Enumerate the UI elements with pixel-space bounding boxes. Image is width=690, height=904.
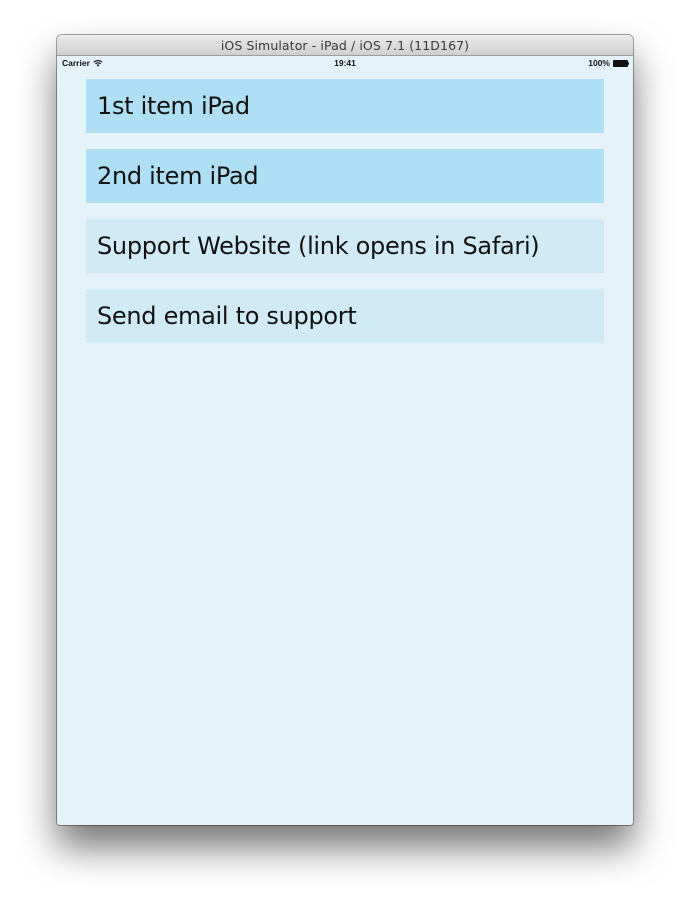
list-item-label: 1st item iPad: [97, 92, 250, 120]
list-item-label: 2nd item iPad: [97, 162, 259, 190]
list-item-label: Support Website (link opens in Safari): [97, 232, 540, 260]
battery-percent: 100%: [588, 58, 610, 68]
list-item-label: Send email to support: [97, 302, 357, 330]
status-battery-group: 100%: [588, 58, 629, 68]
window-titlebar[interactable]: iOS Simulator - iPad / iOS 7.1 (11D167): [57, 35, 633, 56]
status-time: 19:41: [334, 58, 356, 68]
window-title: iOS Simulator - iPad / iOS 7.1 (11D167): [220, 37, 470, 53]
simulator-window: iOS Simulator - iPad / iOS 7.1 (11D167) …: [57, 35, 633, 825]
list-item-second-ipad[interactable]: 2nd item iPad: [86, 149, 604, 203]
list-item-first-ipad[interactable]: 1st item iPad: [86, 79, 604, 133]
menu-list: 1st item iPad 2nd item iPad Support Webs…: [86, 79, 604, 359]
list-item-support-website[interactable]: Support Website (link opens in Safari): [86, 219, 604, 273]
ipad-screen: Carrier 19:41 100% 1st item iPad 2nd ite…: [57, 56, 633, 825]
status-bar: Carrier 19:41 100%: [57, 56, 633, 70]
list-item-send-email[interactable]: Send email to support: [86, 289, 604, 343]
battery-icon: [613, 59, 629, 67]
